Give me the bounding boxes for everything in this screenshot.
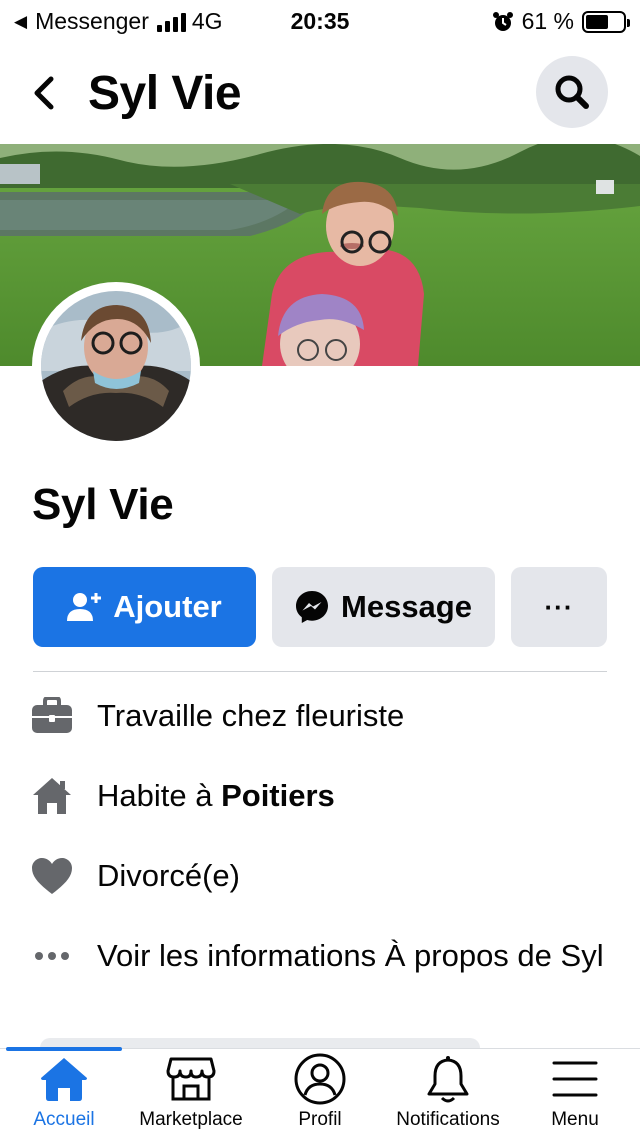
message-label: Message <box>341 589 472 624</box>
back-button[interactable] <box>22 68 66 118</box>
search-icon <box>555 75 589 109</box>
status-bar: ◀ Messenger 4G 20:35 61 % <box>0 0 640 40</box>
info-see-about-text: Voir les informations À propos de Syl <box>97 938 604 973</box>
profile-avatar[interactable] <box>32 282 200 450</box>
nav-label-home: Accueil <box>33 1109 95 1130</box>
nav-item-profile[interactable]: Profil <box>262 1049 378 1136</box>
more-icon <box>35 952 69 960</box>
avatar-image <box>41 291 191 441</box>
status-back-app-label: Messenger <box>35 8 149 34</box>
nav-item-notifications[interactable]: Notifications <box>388 1049 508 1136</box>
battery-icon <box>582 10 630 33</box>
add-friend-icon <box>67 593 102 621</box>
chevron-left-icon <box>34 76 54 110</box>
header-title: Syl Vie <box>88 67 242 120</box>
nav-label-profile: Profil <box>298 1109 342 1130</box>
home-icon <box>33 778 71 814</box>
info-location-text: Habite à Poitiers <box>97 776 335 816</box>
menu-icon <box>552 1061 598 1097</box>
message-button[interactable]: Message <box>272 567 495 647</box>
info-location-prefix: Habite à <box>97 778 222 813</box>
nav-label-menu: Menu <box>551 1109 599 1130</box>
nav-item-home[interactable]: Accueil <box>4 1049 124 1136</box>
marketplace-icon <box>166 1057 216 1101</box>
home-icon <box>41 1058 87 1101</box>
back-triangle-icon: ◀ <box>14 11 28 31</box>
alarm-icon <box>492 11 513 31</box>
bottom-nav: Accueil Marketplace Profil Notifications… <box>0 1047 640 1136</box>
bell-icon <box>427 1055 469 1103</box>
nav-item-menu[interactable]: Menu <box>518 1049 632 1136</box>
nav-label-marketplace: Marketplace <box>139 1109 243 1130</box>
profile-header: Syl Vie <box>0 50 640 142</box>
briefcase-icon <box>32 697 72 733</box>
info-relationship: Divorcé(e) <box>30 856 620 896</box>
info-relationship-text: Divorcé(e) <box>97 858 240 893</box>
info-location-city[interactable]: Poitiers <box>221 778 335 813</box>
search-button[interactable] <box>536 56 608 128</box>
battery-percent: 61 % <box>521 8 574 34</box>
divider <box>33 671 607 672</box>
status-back-to-app[interactable]: ◀ Messenger 4G <box>14 8 223 35</box>
messenger-icon <box>296 591 329 623</box>
info-see-about[interactable]: Voir les informations À propos de Syl <box>30 936 620 976</box>
network-label: 4G <box>191 8 223 34</box>
nav-label-notifications: Notifications <box>396 1109 500 1130</box>
info-work-text: Travaille chez fleuriste <box>97 698 405 733</box>
more-options-button[interactable]: ··· <box>511 567 607 647</box>
signal-icon <box>156 12 186 32</box>
nav-item-marketplace[interactable]: Marketplace <box>132 1049 250 1136</box>
heart-icon <box>32 858 72 894</box>
add-friend-button[interactable]: Ajouter <box>33 567 256 647</box>
more-icon: ··· <box>544 591 574 622</box>
profile-name: Syl Vie <box>32 480 174 529</box>
profile-icon <box>294 1053 346 1105</box>
info-work: Travaille chez fleuriste <box>30 696 620 736</box>
add-friend-label: Ajouter <box>113 589 222 624</box>
info-location: Habite à Poitiers <box>30 776 620 816</box>
